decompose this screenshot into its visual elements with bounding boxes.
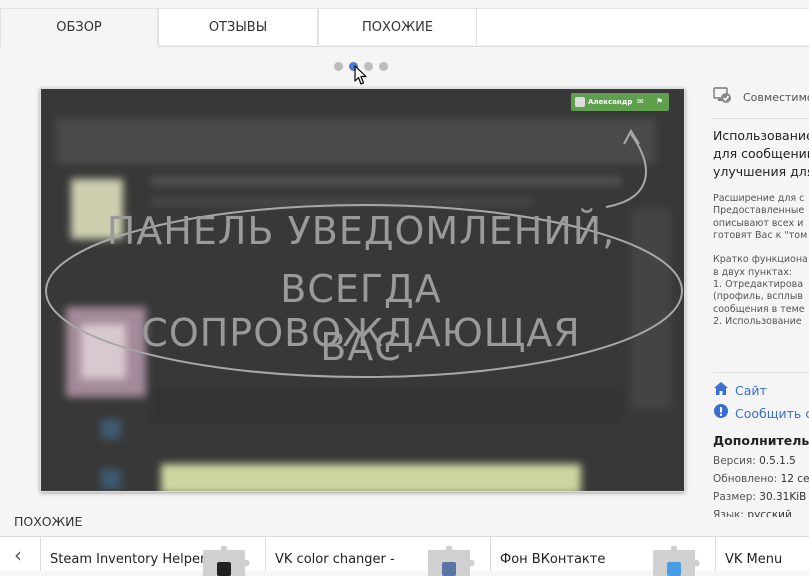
- tab-related[interactable]: ПОХОЖИЕ: [318, 8, 477, 45]
- compatible-check-icon: [713, 87, 731, 103]
- puzzle-icon: [203, 545, 250, 576]
- title-line: улучшения для: [713, 164, 809, 179]
- body-line: 2. Использование: [713, 315, 802, 327]
- tab-bar: ОБЗОР ОТЗЫВЫ ПОХОЖИЕ: [0, 8, 809, 47]
- chevron-left-icon: ‹: [14, 543, 22, 567]
- body-line: Кратко функциона: [713, 254, 808, 266]
- body-line: 1. Отредактирова: [713, 279, 804, 291]
- related-prev-button[interactable]: ‹: [0, 537, 41, 571]
- website-link[interactable]: Сайт: [713, 382, 767, 398]
- carousel-dot[interactable]: [379, 62, 388, 71]
- version-value: 0.5.1.5: [759, 455, 796, 467]
- related-heading: ПОХОЖИЕ: [14, 514, 83, 529]
- body-line: описывают всех и: [713, 217, 804, 229]
- related-item[interactable]: VK color changer -: [265, 537, 491, 576]
- related-item[interactable]: Фон ВКонтакте: [490, 537, 716, 576]
- tab-reviews[interactable]: ОТЗЫВЫ: [158, 8, 318, 45]
- body-line: в двух пунктах:: [713, 266, 793, 278]
- related-item[interactable]: VK Menu: [715, 537, 809, 571]
- divider: [713, 372, 809, 373]
- home-icon: [713, 382, 729, 398]
- website-link-label: Сайт: [735, 383, 767, 398]
- language-row: Язык: русский: [713, 509, 792, 517]
- additional-info-heading: Дополнительна: [713, 433, 809, 448]
- screenshot-image[interactable]: Александр ✉ ⚑ ПАНЕЛЬ УВЕДОМЛЕНИЙ, ВСЕГДА…: [40, 88, 685, 492]
- divider: [713, 118, 809, 119]
- tab-bar-filler: [477, 8, 809, 45]
- carousel-dot[interactable]: [334, 62, 343, 71]
- description-title: Использование для сообщений улучшения дл…: [713, 127, 809, 181]
- body-line: сообщения в теме: [713, 303, 805, 315]
- title-line: для сообщений: [713, 146, 809, 161]
- related-item-title: VK color changer -: [275, 552, 395, 567]
- size-row: Размер: 30.31KiB: [713, 491, 806, 503]
- description-body: Расширение для с Предоставленные описыва…: [713, 193, 809, 358]
- language-label: Язык:: [713, 509, 745, 517]
- compat-label: Совместимо: [743, 91, 809, 104]
- version-label: Версия:: [713, 455, 756, 467]
- body-line: (профиль, всплыв: [713, 291, 803, 303]
- report-link[interactable]: Сообщить с: [713, 404, 809, 421]
- related-item-title: Steam Inventory Helper: [50, 552, 206, 567]
- caption-line-1: ПАНЕЛЬ УВЕДОМЛЕНИЙ,: [106, 209, 616, 253]
- title-line: Использование: [713, 128, 809, 143]
- mouse-cursor-icon: [354, 65, 367, 85]
- tab-overview[interactable]: ОБЗОР: [0, 8, 158, 47]
- related-strip: ‹ Steam Inventory Helper VK color change…: [0, 536, 809, 576]
- related-item-title: VK Menu: [725, 552, 783, 567]
- size-label: Размер:: [713, 491, 756, 503]
- size-value: 30.31KiB: [759, 491, 807, 503]
- body-line: Предоставленные: [713, 205, 805, 217]
- puzzle-icon: [428, 545, 475, 576]
- puzzle-icon: [653, 545, 700, 576]
- language-value: русский: [747, 509, 792, 517]
- related-item-title: Фон ВКонтакте: [500, 552, 606, 567]
- caption-line-3: ВАС: [320, 325, 402, 369]
- report-link-label: Сообщить с: [735, 406, 809, 421]
- updated-row: Обновлено: 12 сен: [713, 473, 809, 485]
- version-row: Версия: 0.5.1.5: [713, 455, 796, 467]
- body-line: Расширение для с: [713, 193, 805, 204]
- alert-icon: [713, 404, 729, 421]
- body-line: [713, 242, 809, 254]
- updated-label: Обновлено:: [713, 473, 778, 485]
- updated-value: 12 сен: [780, 473, 809, 485]
- body-line: готовят Вас к "том: [713, 229, 808, 241]
- related-item[interactable]: Steam Inventory Helper: [40, 537, 266, 576]
